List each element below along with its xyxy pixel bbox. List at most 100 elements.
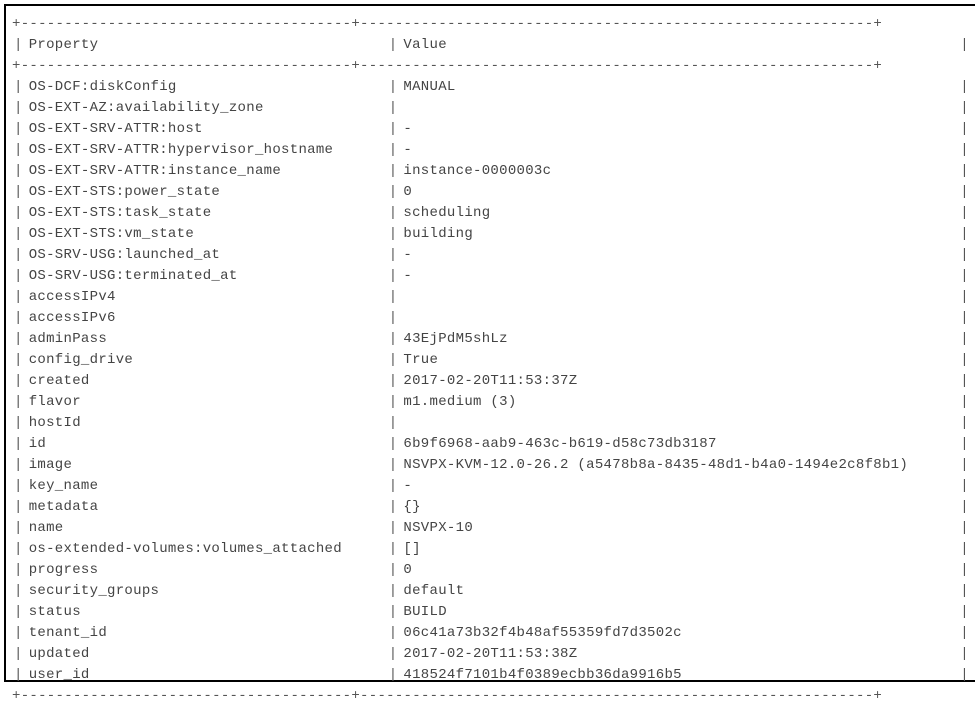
pipe-char: | (387, 644, 400, 665)
cell-property: hostId (25, 413, 387, 434)
pipe-char: | (387, 35, 400, 56)
pipe-char: | (960, 434, 971, 455)
pipe-char: | (960, 644, 971, 665)
pipe-char: | (960, 350, 971, 371)
cell-property: flavor (25, 392, 387, 413)
pipe-char: | (960, 665, 971, 686)
cell-value: 2017-02-20T11:53:37Z (399, 371, 960, 392)
cell-value: - (399, 245, 960, 266)
pipe-char: | (960, 539, 971, 560)
cell-property: OS-SRV-USG:launched_at (25, 245, 387, 266)
table-row: |name|NSVPX-10| (12, 518, 971, 539)
cell-value: MANUAL (399, 77, 960, 98)
pipe-char: | (387, 602, 400, 623)
pipe-char: | (387, 623, 400, 644)
header-value: Value (399, 35, 960, 56)
cell-property: OS-EXT-SRV-ATTR:hypervisor_hostname (25, 140, 387, 161)
pipe-char: | (12, 476, 25, 497)
cell-value (399, 413, 960, 434)
pipe-char: | (960, 266, 971, 287)
cell-property: created (25, 371, 387, 392)
cell-property: OS-EXT-AZ:availability_zone (25, 98, 387, 119)
cell-value: 2017-02-20T11:53:38Z (399, 644, 960, 665)
pipe-char: | (12, 287, 25, 308)
cell-property: image (25, 455, 387, 476)
table-row: |adminPass|43EjPdM5shLz| (12, 329, 971, 350)
cell-value: 418524f7101b4f0389ecbb36da9916b5 (399, 665, 960, 686)
pipe-char: | (12, 518, 25, 539)
pipe-char: | (960, 203, 971, 224)
cell-property: key_name (25, 476, 387, 497)
pipe-char: | (960, 119, 971, 140)
table-row: |user_id|418524f7101b4f0389ecbb36da9916b… (12, 665, 971, 686)
pipe-char: | (387, 308, 400, 329)
pipe-char: | (387, 287, 400, 308)
table-row: |created|2017-02-20T11:53:37Z| (12, 371, 971, 392)
cell-property: metadata (25, 497, 387, 518)
pipe-char: | (387, 203, 400, 224)
table-row: |OS-EXT-AZ:availability_zone|| (12, 98, 971, 119)
pipe-char: | (960, 98, 971, 119)
table-row: |status|BUILD| (12, 602, 971, 623)
cell-value: - (399, 266, 960, 287)
cell-value: BUILD (399, 602, 960, 623)
cell-property: progress (25, 560, 387, 581)
ascii-table: +--------------------------------------+… (12, 14, 971, 707)
cell-value: m1.medium (3) (399, 392, 960, 413)
cell-value: [] (399, 539, 960, 560)
pipe-char: | (387, 371, 400, 392)
cell-property: OS-EXT-SRV-ATTR:host (25, 119, 387, 140)
table-row: |flavor|m1.medium (3)| (12, 392, 971, 413)
pipe-char: | (12, 455, 25, 476)
pipe-char: | (12, 623, 25, 644)
table-row: |metadata|{}| (12, 497, 971, 518)
pipe-char: | (387, 140, 400, 161)
pipe-char: | (12, 161, 25, 182)
pipe-char: | (12, 35, 25, 56)
pipe-char: | (12, 77, 25, 98)
cell-property: updated (25, 644, 387, 665)
pipe-char: | (387, 119, 400, 140)
pipe-char: | (12, 308, 25, 329)
table-divider-bottom: +--------------------------------------+… (12, 686, 971, 707)
pipe-char: | (960, 602, 971, 623)
table-row: |key_name|-| (12, 476, 971, 497)
cell-property: adminPass (25, 329, 387, 350)
pipe-char: | (387, 665, 400, 686)
table-divider-mid: +--------------------------------------+… (12, 56, 971, 77)
pipe-char: | (960, 224, 971, 245)
pipe-char: | (960, 518, 971, 539)
cell-property: OS-EXT-STS:vm_state (25, 224, 387, 245)
table-row: |hostId|| (12, 413, 971, 434)
pipe-char: | (960, 392, 971, 413)
header-property: Property (25, 35, 387, 56)
pipe-char: | (12, 497, 25, 518)
pipe-char: | (960, 182, 971, 203)
cell-value: 6b9f6968-aab9-463c-b619-d58c73db3187 (399, 434, 960, 455)
cell-property: config_drive (25, 350, 387, 371)
terminal-output-frame: +--------------------------------------+… (4, 4, 975, 682)
pipe-char: | (12, 224, 25, 245)
cell-value (399, 287, 960, 308)
pipe-char: | (12, 245, 25, 266)
cell-property: OS-SRV-USG:terminated_at (25, 266, 387, 287)
pipe-char: | (387, 224, 400, 245)
pipe-char: | (960, 623, 971, 644)
table-row: |image|NSVPX-KVM-12.0-26.2 (a5478b8a-843… (12, 455, 971, 476)
table-row: |OS-SRV-USG:launched_at|-| (12, 245, 971, 266)
pipe-char: | (12, 329, 25, 350)
cell-property: accessIPv4 (25, 287, 387, 308)
table-header-row: | Property | Value | (12, 35, 971, 56)
cell-value (399, 98, 960, 119)
table-row: |accessIPv4|| (12, 287, 971, 308)
table-row: |config_drive|True| (12, 350, 971, 371)
pipe-char: | (960, 245, 971, 266)
pipe-char: | (387, 329, 400, 350)
cell-property: id (25, 434, 387, 455)
pipe-char: | (960, 329, 971, 350)
pipe-char: | (960, 581, 971, 602)
pipe-char: | (12, 140, 25, 161)
pipe-char: | (960, 476, 971, 497)
pipe-char: | (12, 392, 25, 413)
table-row: |OS-EXT-STS:vm_state|building| (12, 224, 971, 245)
